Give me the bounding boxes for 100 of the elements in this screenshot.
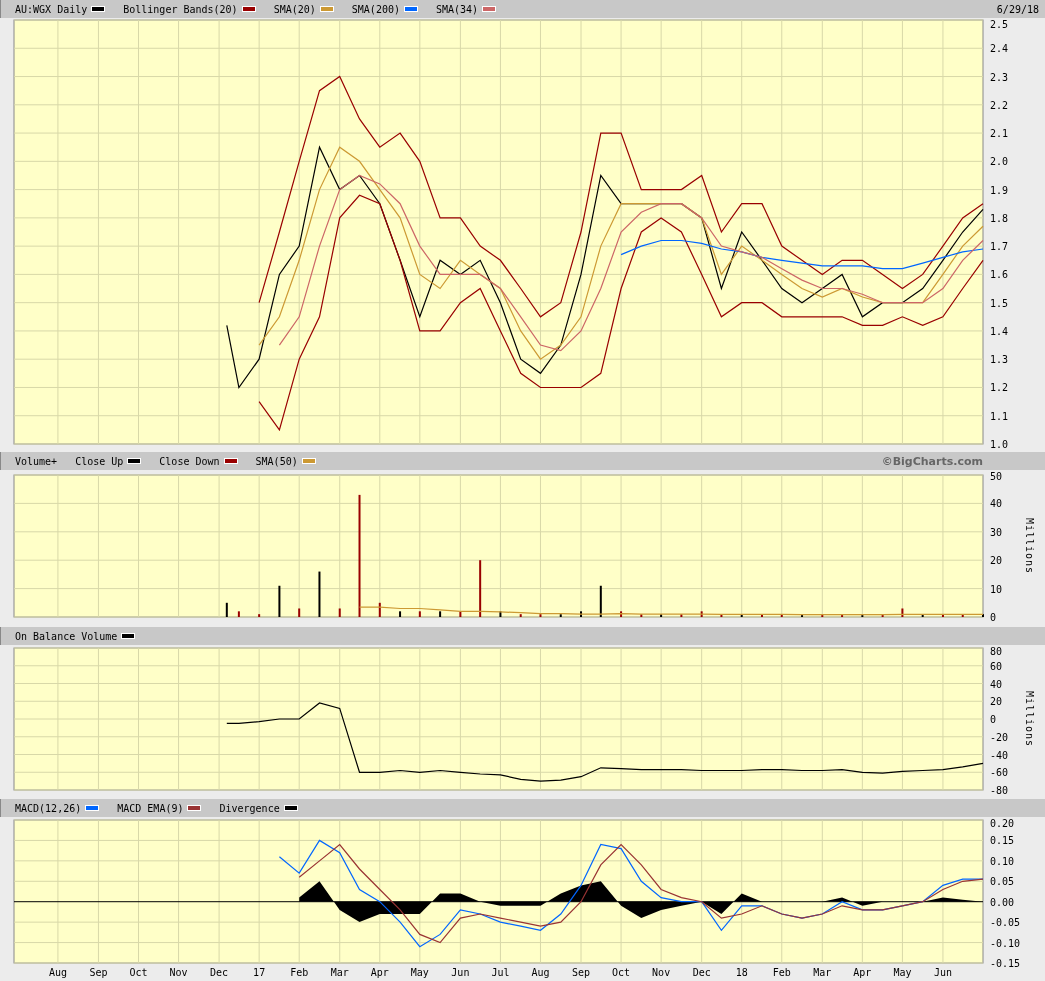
month-label: 18 (735, 967, 748, 978)
axis-label: 2.0 (990, 156, 1009, 168)
month-label: Jun (451, 967, 470, 978)
axis-label: 1.3 (990, 354, 1009, 366)
axis-label: 1.9 (990, 184, 1009, 196)
volume-bar (459, 611, 462, 617)
axis-label: 1.4 (990, 325, 1009, 337)
month-label: Jul (491, 967, 510, 978)
axis-label: -80 (990, 785, 1009, 796)
volume-bar (881, 614, 884, 617)
unit-label: Millions (1024, 517, 1035, 575)
axis-label: 2.3 (990, 71, 1009, 83)
month-label: Oct (612, 967, 631, 978)
month-label: Nov (652, 967, 671, 978)
axis-label: 1.2 (990, 382, 1009, 394)
legend-label: MACD EMA(9) (117, 802, 184, 814)
credit-label: ©BigCharts.com (881, 454, 984, 468)
volume-bar (620, 611, 623, 617)
volume-bar (640, 614, 643, 617)
axis-label: 0.00 (990, 896, 1015, 908)
axis-label: -20 (990, 731, 1009, 743)
volume-bar (318, 571, 321, 617)
volume-bar (961, 614, 964, 617)
axis-label: 2.2 (990, 99, 1009, 111)
volume-bar (921, 614, 924, 617)
volume-bar (418, 611, 421, 617)
volume-bar (861, 614, 864, 617)
legend-label: On Balance Volume (15, 630, 118, 642)
axis-label: 0.15 (990, 835, 1015, 847)
axis-label: -0.10 (990, 937, 1021, 949)
volume-bar (479, 560, 482, 617)
month-label: Aug (48, 967, 67, 978)
month-label: Aug (531, 967, 550, 978)
unit-label: Millions (1024, 690, 1035, 748)
legend-label: MACD(12,26) (15, 802, 82, 814)
month-label: Mar (813, 967, 832, 978)
volume-bar (225, 602, 228, 617)
axis-label: 0 (990, 612, 997, 623)
axis-label: 2.5 (990, 19, 1009, 30)
volume-bar (780, 614, 783, 617)
month-label: Oct (129, 967, 148, 978)
volume-bar (298, 608, 301, 617)
volume-bar (801, 614, 804, 617)
month-label: Dec (692, 967, 711, 978)
volume-bar (660, 614, 663, 617)
axis-label: -40 (990, 749, 1009, 761)
axis-label: 0.10 (990, 855, 1015, 867)
volume-bar (821, 614, 824, 617)
axis-label: 0 (990, 714, 997, 725)
legend-label: SMA(200) (351, 3, 400, 15)
legend-label: SMA(50) (255, 455, 298, 467)
month-label: 17 (253, 967, 266, 978)
month-label: Apr (370, 967, 389, 978)
volume-bar (258, 614, 261, 617)
month-label: Feb (772, 967, 791, 978)
month-label: Dec (210, 967, 229, 978)
axis-label: 30 (990, 526, 1003, 538)
month-label: Mar (330, 967, 349, 978)
volume-bar (237, 611, 240, 617)
month-label: Apr (853, 967, 872, 978)
axis-label: 10 (990, 583, 1003, 595)
volume-bar (499, 611, 502, 617)
axis-label: -0.15 (990, 958, 1021, 969)
axis-label: 0.20 (990, 818, 1015, 829)
legend-label: AU:WGX Daily (15, 3, 88, 15)
axis-label: 0.05 (990, 876, 1015, 888)
volume-bar (841, 614, 844, 617)
date-label: 6/29/18 (996, 3, 1040, 15)
volume-bar (378, 602, 381, 617)
volume-bar (559, 614, 562, 617)
volume-bar (338, 608, 341, 617)
volume-bar (700, 611, 703, 617)
legend-label: SMA(20) (273, 3, 316, 15)
legend-label: Divergence (219, 802, 280, 814)
month-label: Nov (169, 967, 188, 978)
volume-bar (439, 611, 442, 617)
legend-label: Close Up (75, 455, 124, 467)
axis-label: 1.0 (990, 439, 1009, 450)
month-label: May (410, 967, 429, 978)
volume-bar (901, 608, 904, 617)
volume-bar (680, 614, 683, 617)
volume-bar (941, 614, 944, 617)
axis-label: 40 (990, 678, 1003, 690)
month-label: Jun (933, 967, 952, 978)
legend-label: Close Down (159, 455, 220, 467)
axis-label: 40 (990, 498, 1003, 510)
axis-label: 1.1 (990, 410, 1009, 422)
axis-label: 20 (990, 555, 1003, 567)
axis-label: 50 (990, 471, 1003, 482)
axis-label: 80 (990, 646, 1003, 657)
axis-label: -0.05 (990, 917, 1021, 929)
volume-bar (599, 585, 602, 617)
month-label: Sep (89, 967, 108, 978)
axis-label: 1.5 (990, 297, 1009, 309)
legend-label: Bollinger Bands(20) (123, 3, 238, 15)
volume-bar (740, 614, 743, 617)
axis-label: -60 (990, 767, 1009, 779)
volume-bar (399, 611, 402, 617)
legend-label: SMA(34) (435, 3, 479, 15)
axis-label: 1.8 (990, 212, 1009, 224)
